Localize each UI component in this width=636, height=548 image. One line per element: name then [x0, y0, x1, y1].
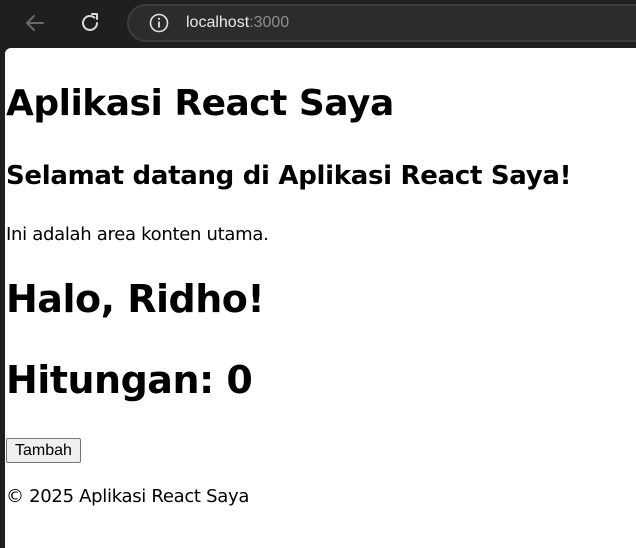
- add-button[interactable]: Tambah: [6, 438, 81, 463]
- welcome-heading: Selamat datang di Aplikasi React Saya!: [6, 161, 572, 191]
- reload-icon: [82, 13, 98, 31]
- greeting-heading: Halo, Ridho!: [6, 277, 265, 321]
- url-text[interactable]: localhost:3000: [186, 13, 289, 33]
- info-icon: [149, 13, 169, 33]
- address-bar[interactable]: localhost:3000: [127, 4, 636, 42]
- url-host: localhost: [186, 14, 250, 31]
- footer-text: © 2025 Aplikasi React Saya: [6, 486, 250, 507]
- url-port: :3000: [249, 14, 290, 31]
- site-info-button[interactable]: [149, 13, 169, 33]
- back-arrow-icon: [26, 15, 44, 31]
- page-viewport: Aplikasi React Saya Selamat datang di Ap…: [5, 48, 636, 548]
- back-button[interactable]: [20, 8, 50, 38]
- browser-toolbar: localhost:3000: [0, 0, 636, 47]
- content-text: Ini adalah area konten utama.: [6, 224, 269, 245]
- reload-button[interactable]: [75, 8, 105, 38]
- counter-display: Hitungan: 0: [6, 358, 253, 402]
- app-title: Aplikasi React Saya: [6, 83, 394, 124]
